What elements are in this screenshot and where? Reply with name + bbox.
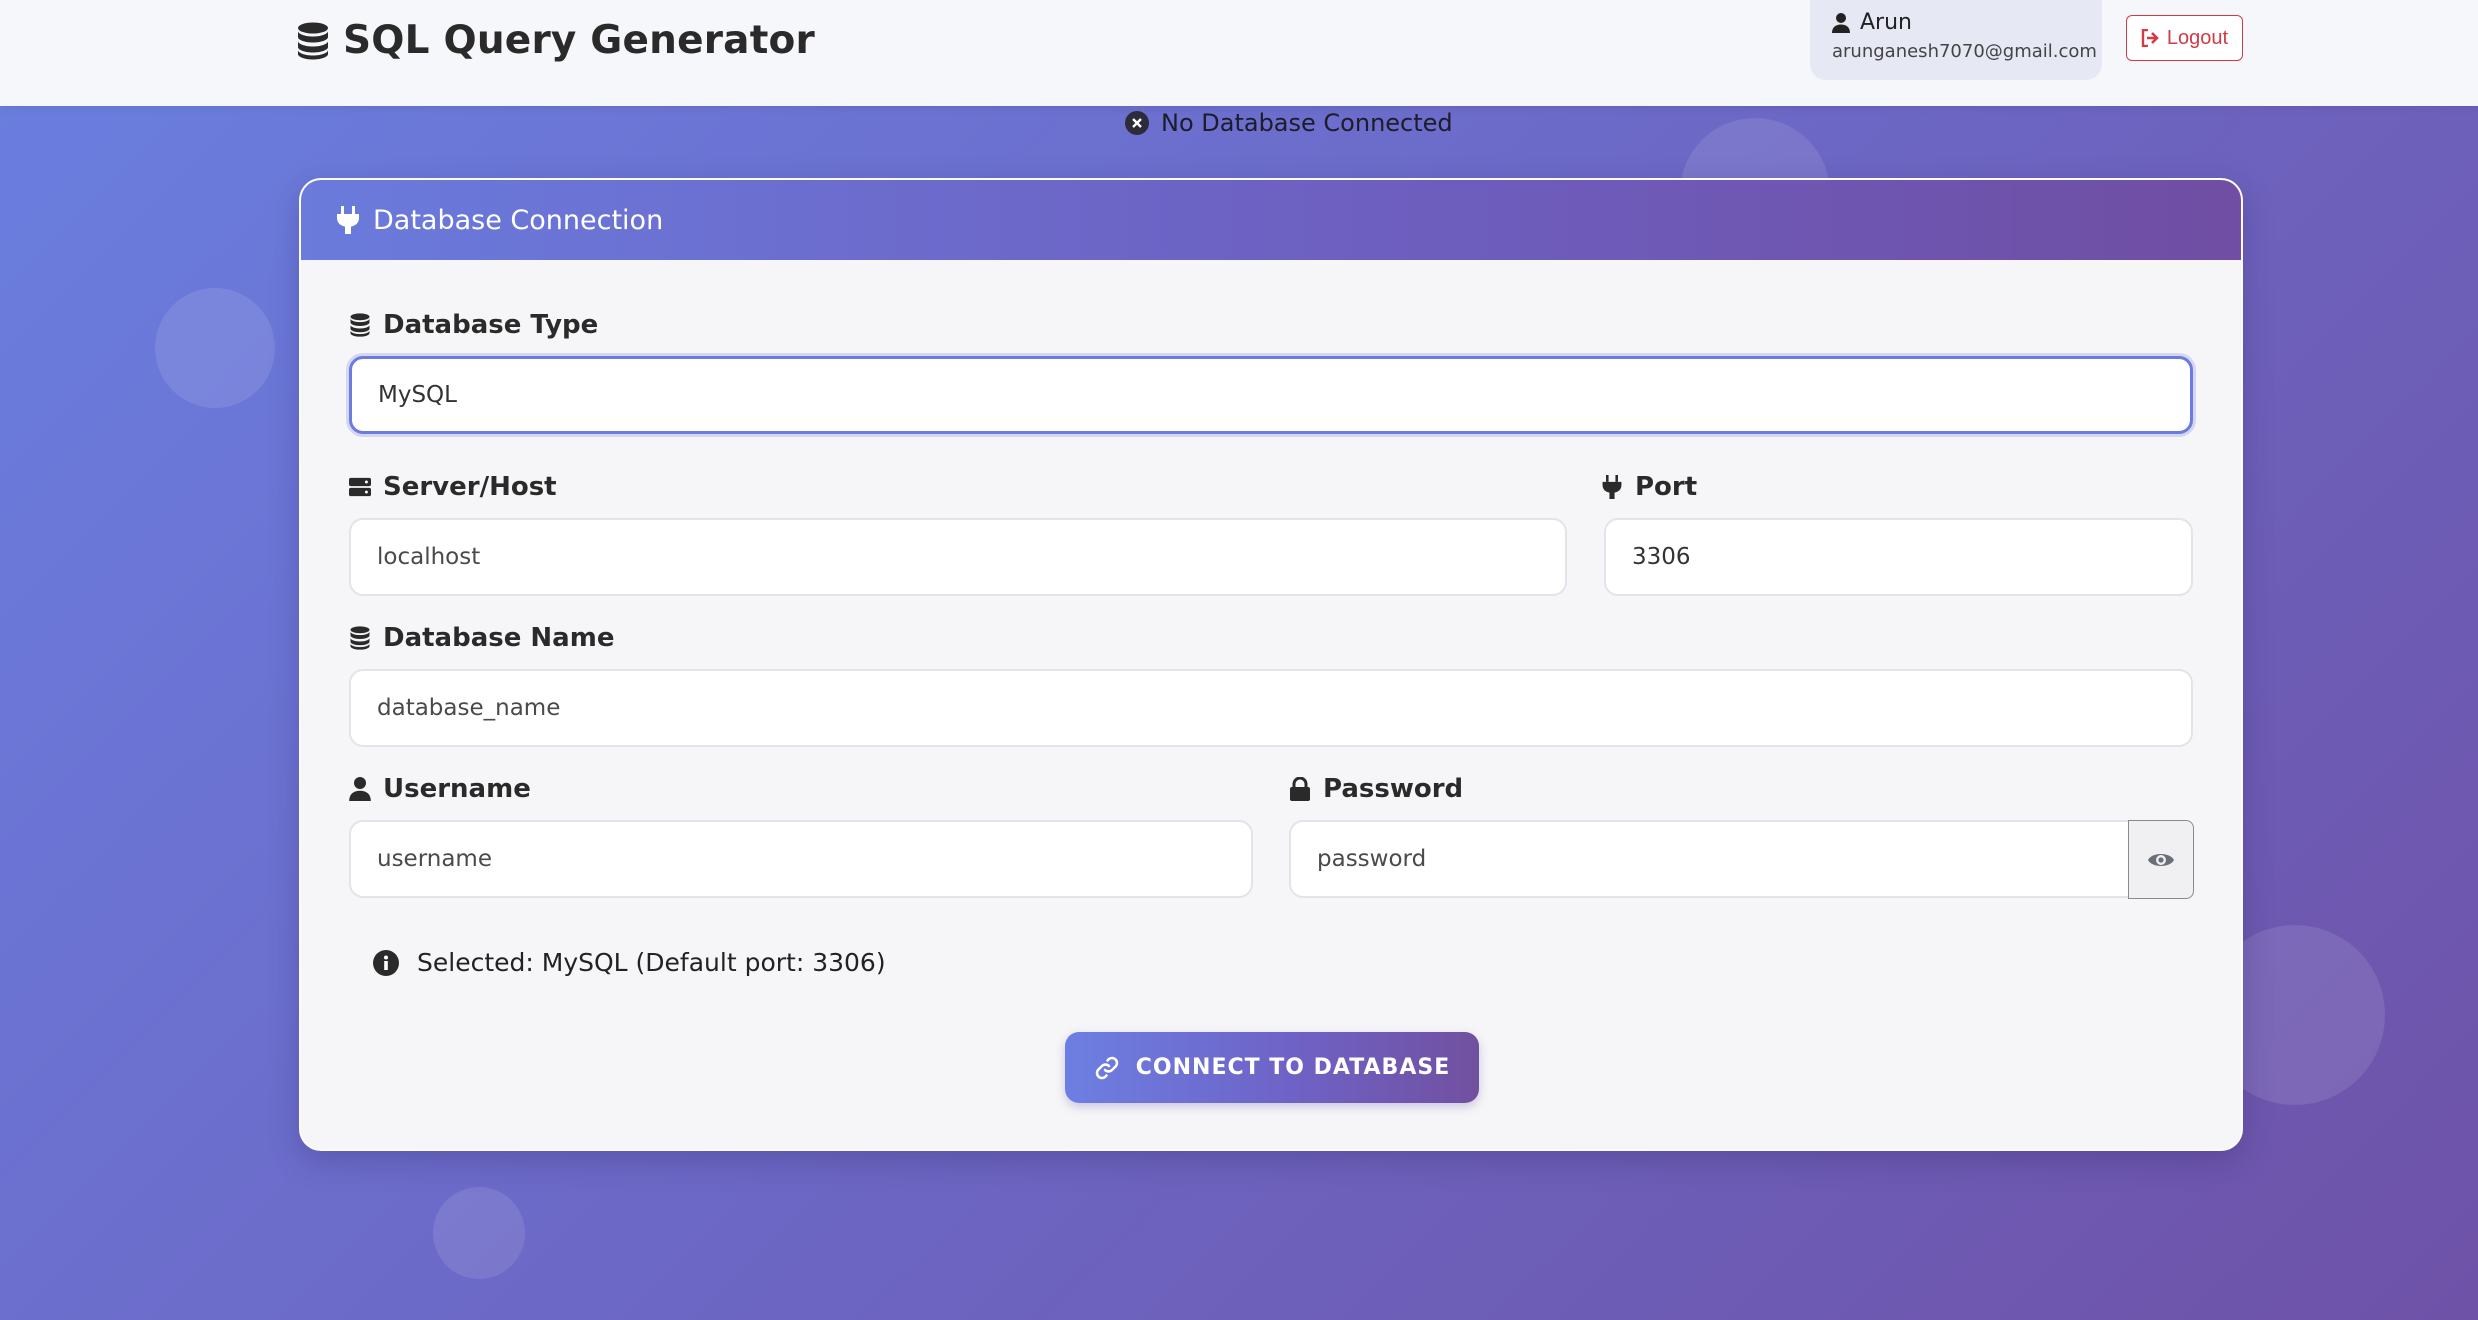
user-email: arunganesh7070@gmail.com	[1832, 41, 2097, 62]
connect-to-database-button[interactable]: CONNECT TO DATABASE	[1065, 1032, 1479, 1103]
brand[interactable]: SQL Query Generator	[297, 18, 815, 63]
port-input[interactable]	[1604, 518, 2193, 596]
username-input[interactable]	[349, 820, 1253, 898]
selected-db-info-text: Selected: MySQL (Default port: 3306)	[417, 948, 886, 977]
selected-db-info: Selected: MySQL (Default port: 3306)	[373, 948, 886, 977]
database-name-input[interactable]	[349, 669, 2193, 747]
decorative-bubble	[433, 1187, 525, 1279]
connection-status: No Database Connected	[1125, 109, 1453, 137]
password-input[interactable]	[1289, 820, 2130, 898]
decorative-bubble	[155, 288, 275, 408]
x-circle-icon	[1125, 111, 1149, 135]
database-connection-card: Database Connection Database Type Server…	[299, 178, 2243, 1151]
server-host-label: Server/Host	[349, 472, 557, 502]
card-header: Database Connection	[301, 180, 2241, 260]
toggle-password-visibility-button[interactable]	[2128, 820, 2194, 899]
port-label-text: Port	[1635, 472, 1698, 502]
database-type-label-text: Database Type	[383, 310, 599, 340]
user-info: Arun arunganesh7070@gmail.com	[1810, 0, 2102, 80]
user-icon	[1832, 12, 1850, 33]
server-host-label-text: Server/Host	[383, 472, 557, 502]
database-icon	[298, 22, 328, 59]
info-icon	[373, 949, 399, 976]
logout-label: Logout	[2166, 26, 2229, 49]
user-icon	[349, 777, 371, 801]
card-title: Database Connection	[373, 204, 664, 236]
database-name-label-text: Database Name	[383, 623, 615, 653]
status-text: No Database Connected	[1161, 109, 1453, 137]
username-label: Username	[349, 774, 531, 804]
logout-icon	[2141, 29, 2159, 47]
password-label: Password	[1289, 774, 1463, 804]
plug-icon	[1602, 475, 1622, 499]
database-icon	[350, 626, 370, 650]
server-host-input[interactable]	[349, 518, 1567, 596]
link-icon	[1095, 1056, 1119, 1079]
username-label-text: Username	[383, 774, 531, 804]
server-icon	[349, 477, 371, 497]
top-navbar: SQL Query Generator Arun arunganesh7070@…	[0, 0, 2478, 106]
database-name-label: Database Name	[349, 623, 614, 653]
database-icon	[350, 313, 370, 337]
database-type-label: Database Type	[349, 310, 598, 340]
password-label-text: Password	[1323, 774, 1464, 804]
logout-button[interactable]: Logout	[2126, 15, 2243, 61]
database-type-select[interactable]	[349, 356, 2193, 434]
eye-icon	[2148, 853, 2174, 866]
port-label: Port	[1601, 472, 1697, 502]
app-title: SQL Query Generator	[343, 18, 815, 63]
user-name: Arun	[1860, 10, 1912, 35]
plug-icon	[337, 206, 359, 234]
connect-button-label: CONNECT TO DATABASE	[1135, 1055, 1451, 1080]
lock-icon	[1290, 777, 1310, 801]
